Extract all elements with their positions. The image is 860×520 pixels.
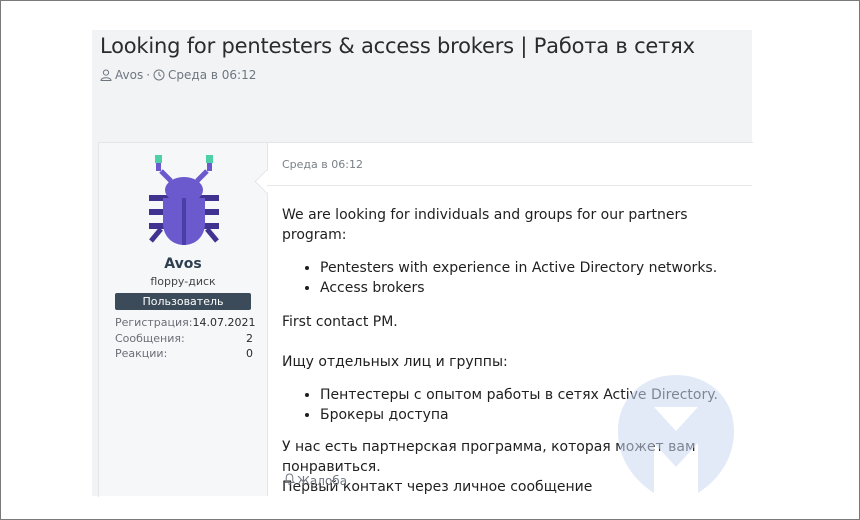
post-paragraph: Ищу отдельных лиц и группы: <box>282 354 508 370</box>
post-date-link[interactable]: Среда в 06:12 <box>282 158 363 171</box>
user-title: floppy-диск <box>150 275 216 288</box>
thread-title: Looking for pentesters & access brokers … <box>100 34 695 58</box>
user-stats: Регистрация: 14.07.2021 Сообщения: 2 Реакц… <box>115 316 256 363</box>
post-paragraph: We are looking for individuals and group… <box>282 207 688 243</box>
stat-row-reactions: Реакции: 0 <box>115 347 253 363</box>
list-item: Access brokers <box>320 278 752 298</box>
thread-author-link[interactable]: Avos <box>115 68 143 82</box>
report-label: Жалоба <box>297 473 348 488</box>
stat-label: Реакции: <box>115 347 168 360</box>
post-list-en: Pentesters with experience in Active Dir… <box>282 258 752 298</box>
stat-value: 2 <box>246 331 253 345</box>
list-item: Pentesters with experience in Active Dir… <box>320 258 752 278</box>
stat-label: Регистрация: <box>115 316 193 329</box>
clock-icon <box>153 69 165 81</box>
post-header-divider <box>267 185 752 186</box>
stat-label: Сообщения: <box>115 331 185 345</box>
user-icon <box>100 69 112 81</box>
post-paragraph: First contact PM. <box>282 314 398 330</box>
bug-avatar-icon <box>137 153 231 251</box>
stat-value: 14.07.2021 <box>192 316 256 329</box>
stat-value: 0 <box>246 347 253 360</box>
thread-date-link[interactable]: Среда в 06:12 <box>168 68 256 82</box>
thread-meta: Avos · Среда в 06:12 <box>100 68 256 82</box>
report-link[interactable]: Жалоба <box>283 473 348 488</box>
stat-row-messages: Сообщения: 2 <box>115 332 253 348</box>
meta-separator: · <box>146 68 151 82</box>
stat-row-registration: Регистрация: 14.07.2021 <box>115 316 256 332</box>
bell-icon <box>283 473 296 488</box>
malwarebytes-logo-icon <box>618 375 734 493</box>
user-avatar[interactable] <box>137 153 231 251</box>
user-banner: Пользователь <box>115 293 251 310</box>
user-name-link[interactable]: Avos <box>99 256 267 272</box>
